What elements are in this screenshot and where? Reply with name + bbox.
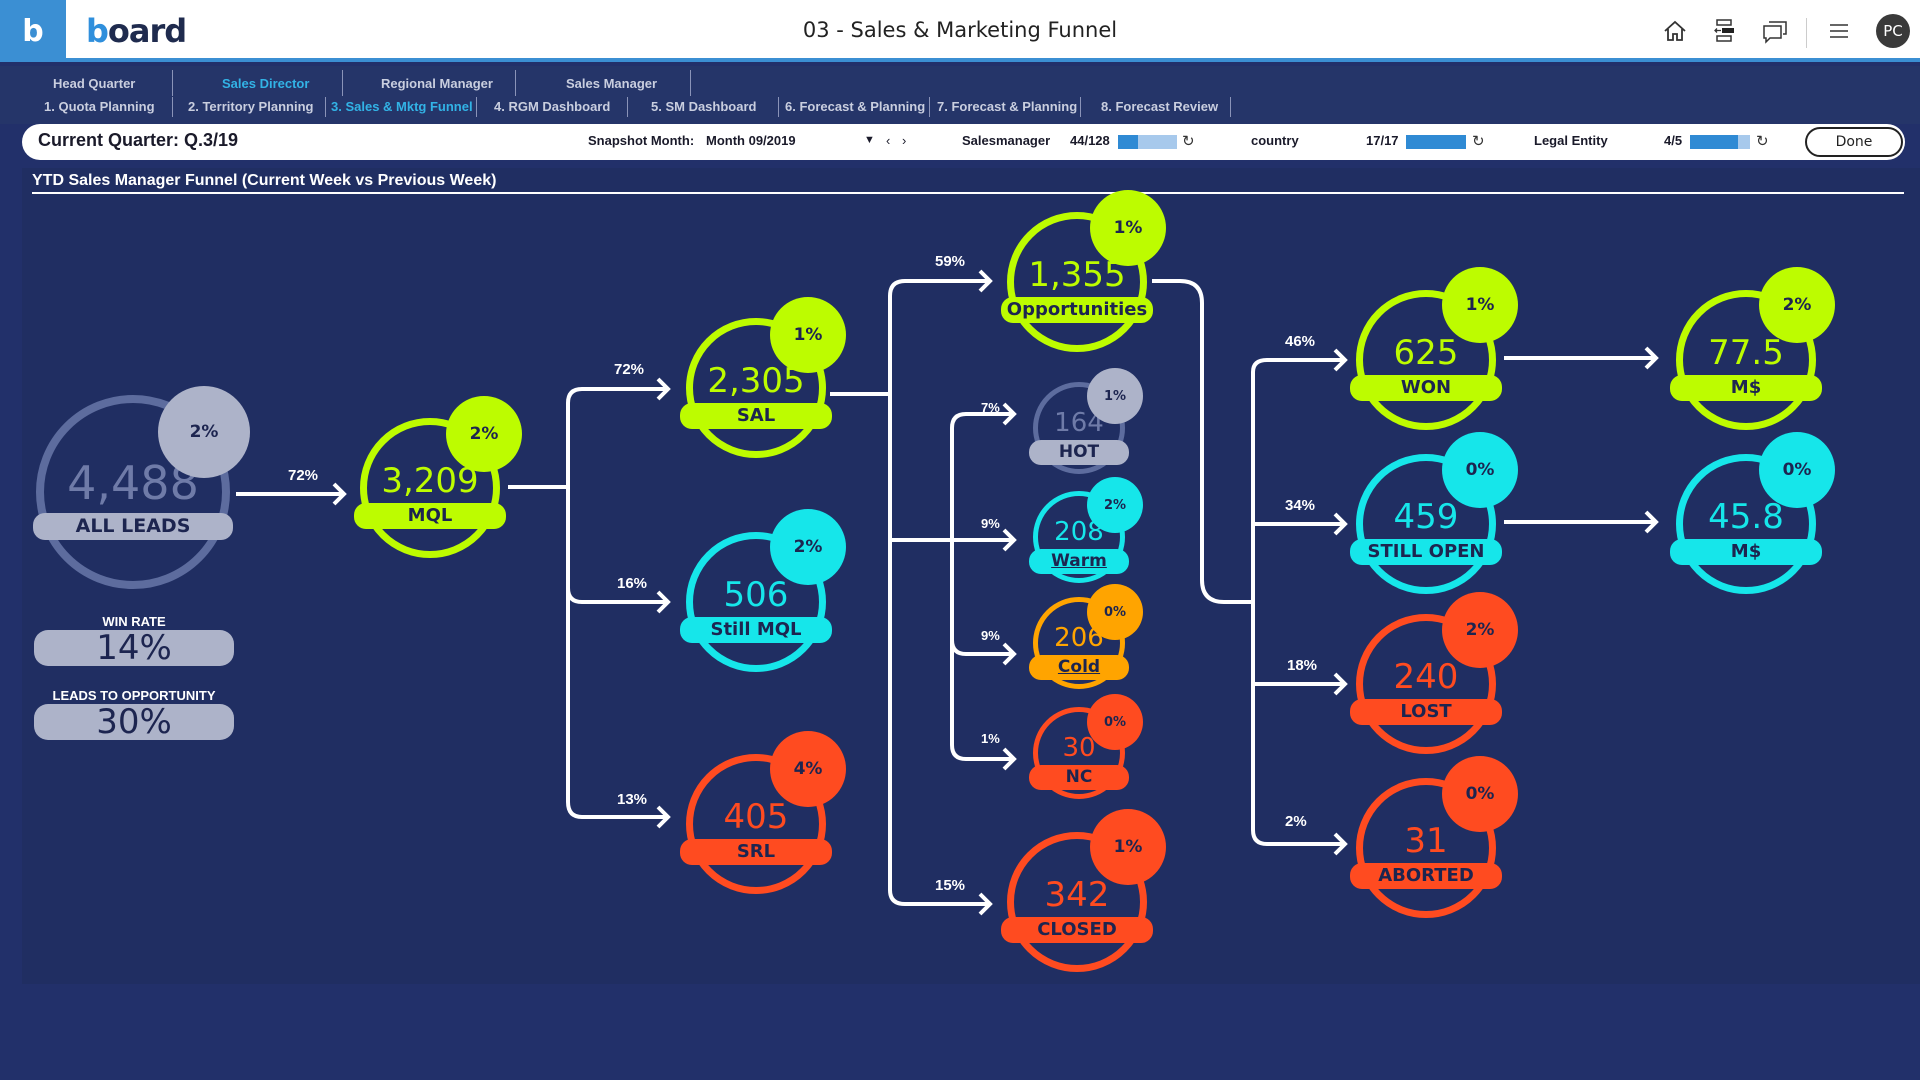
node-label: SAL (680, 403, 832, 430)
node-change-badge: 2% (1759, 267, 1835, 343)
node-label: Opportunities (1001, 297, 1153, 324)
node-label: M$ (1670, 375, 1822, 402)
conversion-rate-label: 16% (617, 575, 647, 592)
conversion-rate-label: 34% (1285, 497, 1315, 514)
win-rate-value: 14% (34, 630, 234, 666)
node-change-badge: 1% (1442, 267, 1518, 343)
link-sal-to-closed (888, 540, 990, 906)
win-rate-label: WIN RATE (102, 614, 166, 629)
node-label: WON (1350, 375, 1502, 402)
conversion-rate-label: 2% (1285, 813, 1307, 830)
link-mql-to-srl (566, 487, 668, 819)
node-change-badge: 2% (770, 509, 846, 585)
conversion-rate-label: 9% (981, 628, 1000, 643)
node-label: Warm (1029, 548, 1129, 574)
node-label: SRL (680, 839, 832, 866)
link-sal-to-nc (950, 540, 1014, 761)
node-label: STILL OPEN (1350, 539, 1502, 566)
funnel-links: 72% 72% 16% 13% 59% 7% 9% 9% 1% 15% 46% 34% 18% 2% (236, 253, 1659, 916)
node-label: ALL LEADS (33, 512, 233, 540)
node-change-badge: 1% (1087, 368, 1143, 424)
node-change-badge: 1% (1090, 190, 1166, 266)
node-change-badge: 0% (1087, 584, 1143, 640)
link-opportunities-to-won2 (1251, 358, 1345, 602)
conversion-rate-label: 72% (288, 467, 318, 484)
conversion-rate-label: 18% (1287, 657, 1317, 674)
link-mql-to-sal (508, 387, 668, 489)
node-change-badge: 2% (1087, 477, 1143, 533)
node-change-badge: 0% (1087, 694, 1143, 750)
node-label: MQL (354, 503, 506, 530)
node-change-badge: 2% (1442, 592, 1518, 668)
node-change-badge: 0% (1759, 432, 1835, 508)
node-change-badge: 2% (446, 396, 522, 472)
node-label: ABORTED (1350, 863, 1502, 890)
link-opportunities-to-won (1152, 279, 1253, 604)
node-label: HOT (1029, 439, 1129, 465)
conversion-rate-label: 1% (981, 731, 1000, 746)
conversion-rate-label: 46% (1285, 333, 1315, 350)
node-change-badge: 4% (770, 731, 846, 807)
node-change-badge: 0% (1442, 756, 1518, 832)
link-sal-to-opportunities (830, 279, 990, 396)
conversion-rate-label: 72% (614, 361, 644, 378)
node-label: CLOSED (1001, 917, 1153, 944)
lead-to-opportunity-rate-value: 30% (34, 704, 234, 740)
conversion-rate-label: 13% (617, 791, 647, 808)
conversion-rate-label: 7% (981, 400, 1000, 415)
conversion-rate-label: 15% (935, 877, 965, 894)
conversion-rate-label: 59% (935, 253, 965, 270)
node-label: M$ (1670, 539, 1822, 566)
node-label: Cold (1029, 654, 1129, 680)
node-label: NC (1029, 764, 1129, 790)
node-change-badge: 2% (158, 386, 250, 478)
node-change-badge: 1% (1090, 809, 1166, 885)
node-change-badge: 1% (770, 297, 846, 373)
conversion-rate-label: 9% (981, 516, 1000, 531)
node-label: Still MQL (680, 617, 832, 644)
link-opportunities-to-aborted (1251, 602, 1345, 846)
node-label: LOST (1350, 699, 1502, 726)
node-change-badge: 0% (1442, 432, 1518, 508)
